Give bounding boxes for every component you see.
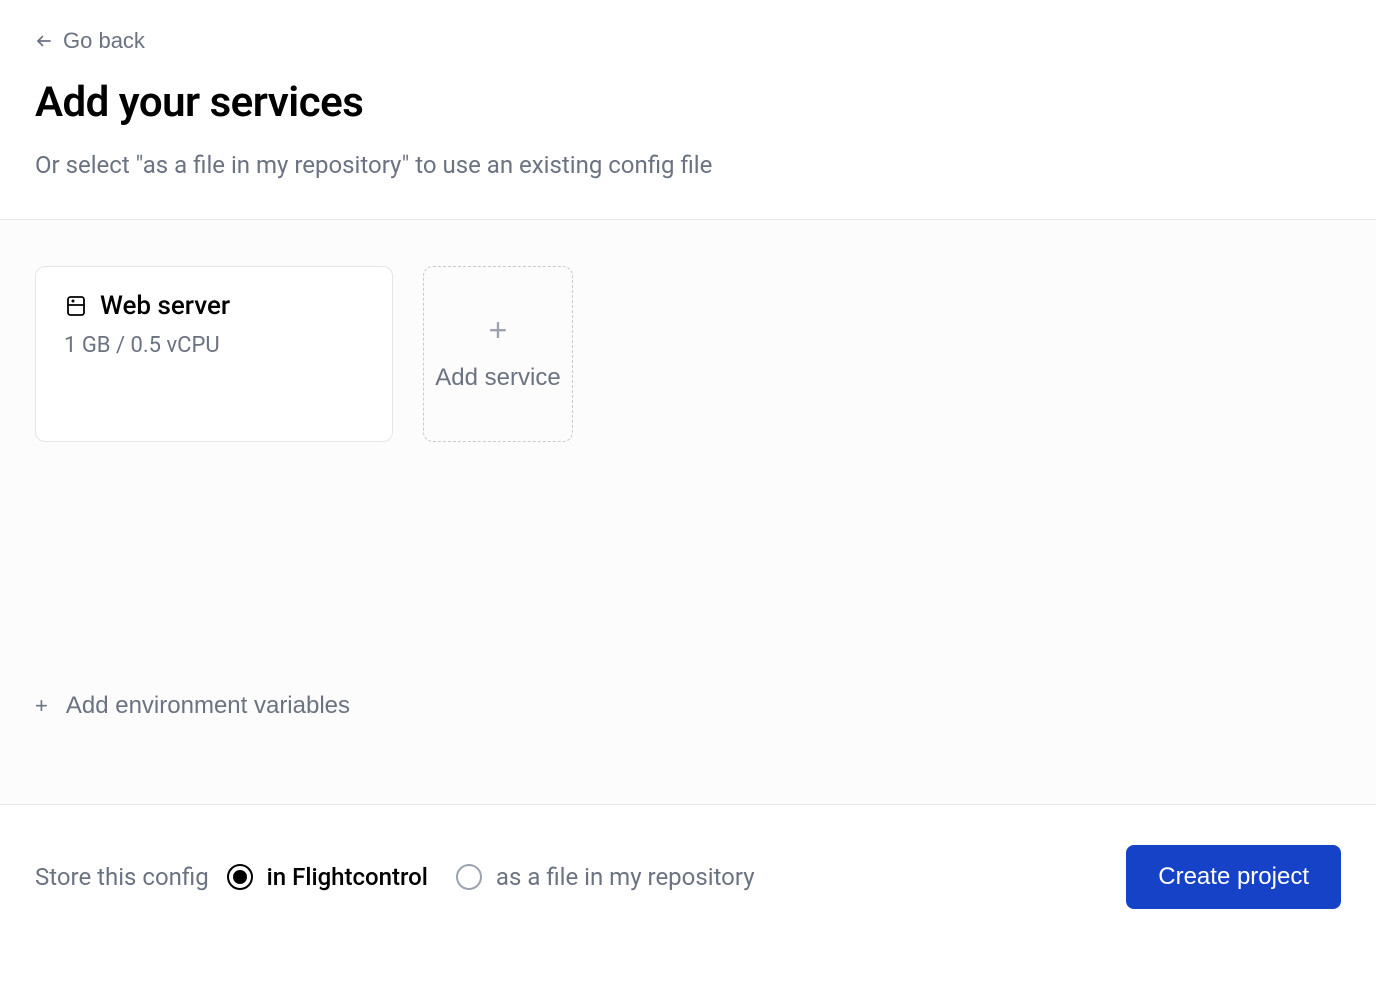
service-name: Web server bbox=[100, 291, 230, 321]
plus-icon: + bbox=[35, 693, 48, 719]
server-icon bbox=[64, 294, 88, 318]
page-subtitle: Or select "as a file in my repository" t… bbox=[35, 151, 1341, 179]
plus-icon: + bbox=[489, 314, 508, 346]
go-back-label: Go back bbox=[63, 28, 145, 54]
service-card-web-server[interactable]: Web server 1 GB / 0.5 vCPU bbox=[35, 266, 393, 442]
radio-label-flightcontrol: in Flightcontrol bbox=[267, 863, 428, 891]
radio-dot-icon bbox=[233, 870, 247, 884]
radio-option-flightcontrol[interactable]: in Flightcontrol bbox=[227, 863, 428, 891]
add-env-label: Add environment variables bbox=[66, 692, 350, 720]
add-env-variables-button[interactable]: + Add environment variables bbox=[35, 692, 350, 720]
radio-label-file: as a file in my repository bbox=[496, 863, 755, 891]
content-area: Web server 1 GB / 0.5 vCPU + Add service… bbox=[0, 220, 1376, 804]
radio-icon-unselected bbox=[456, 864, 482, 890]
services-row: Web server 1 GB / 0.5 vCPU + Add service bbox=[35, 266, 1341, 442]
service-card-header: Web server bbox=[64, 291, 364, 321]
config-options: Store this config in Flightcontrol as a … bbox=[35, 863, 755, 891]
config-label: Store this config bbox=[35, 863, 209, 891]
arrow-left-icon bbox=[35, 32, 53, 50]
service-spec: 1 GB / 0.5 vCPU bbox=[64, 333, 364, 358]
radio-icon-selected bbox=[227, 864, 253, 890]
env-section: + Add environment variables bbox=[35, 692, 1341, 758]
radio-option-file[interactable]: as a file in my repository bbox=[456, 863, 755, 891]
add-service-label: Add service bbox=[435, 362, 560, 394]
page-title: Add your services bbox=[35, 78, 1341, 127]
create-project-button[interactable]: Create project bbox=[1126, 845, 1341, 909]
go-back-button[interactable]: Go back bbox=[35, 28, 145, 54]
page-header: Go back Add your services Or select "as … bbox=[0, 0, 1376, 220]
add-service-button[interactable]: + Add service bbox=[423, 266, 573, 442]
footer-bar: Store this config in Flightcontrol as a … bbox=[0, 804, 1376, 949]
